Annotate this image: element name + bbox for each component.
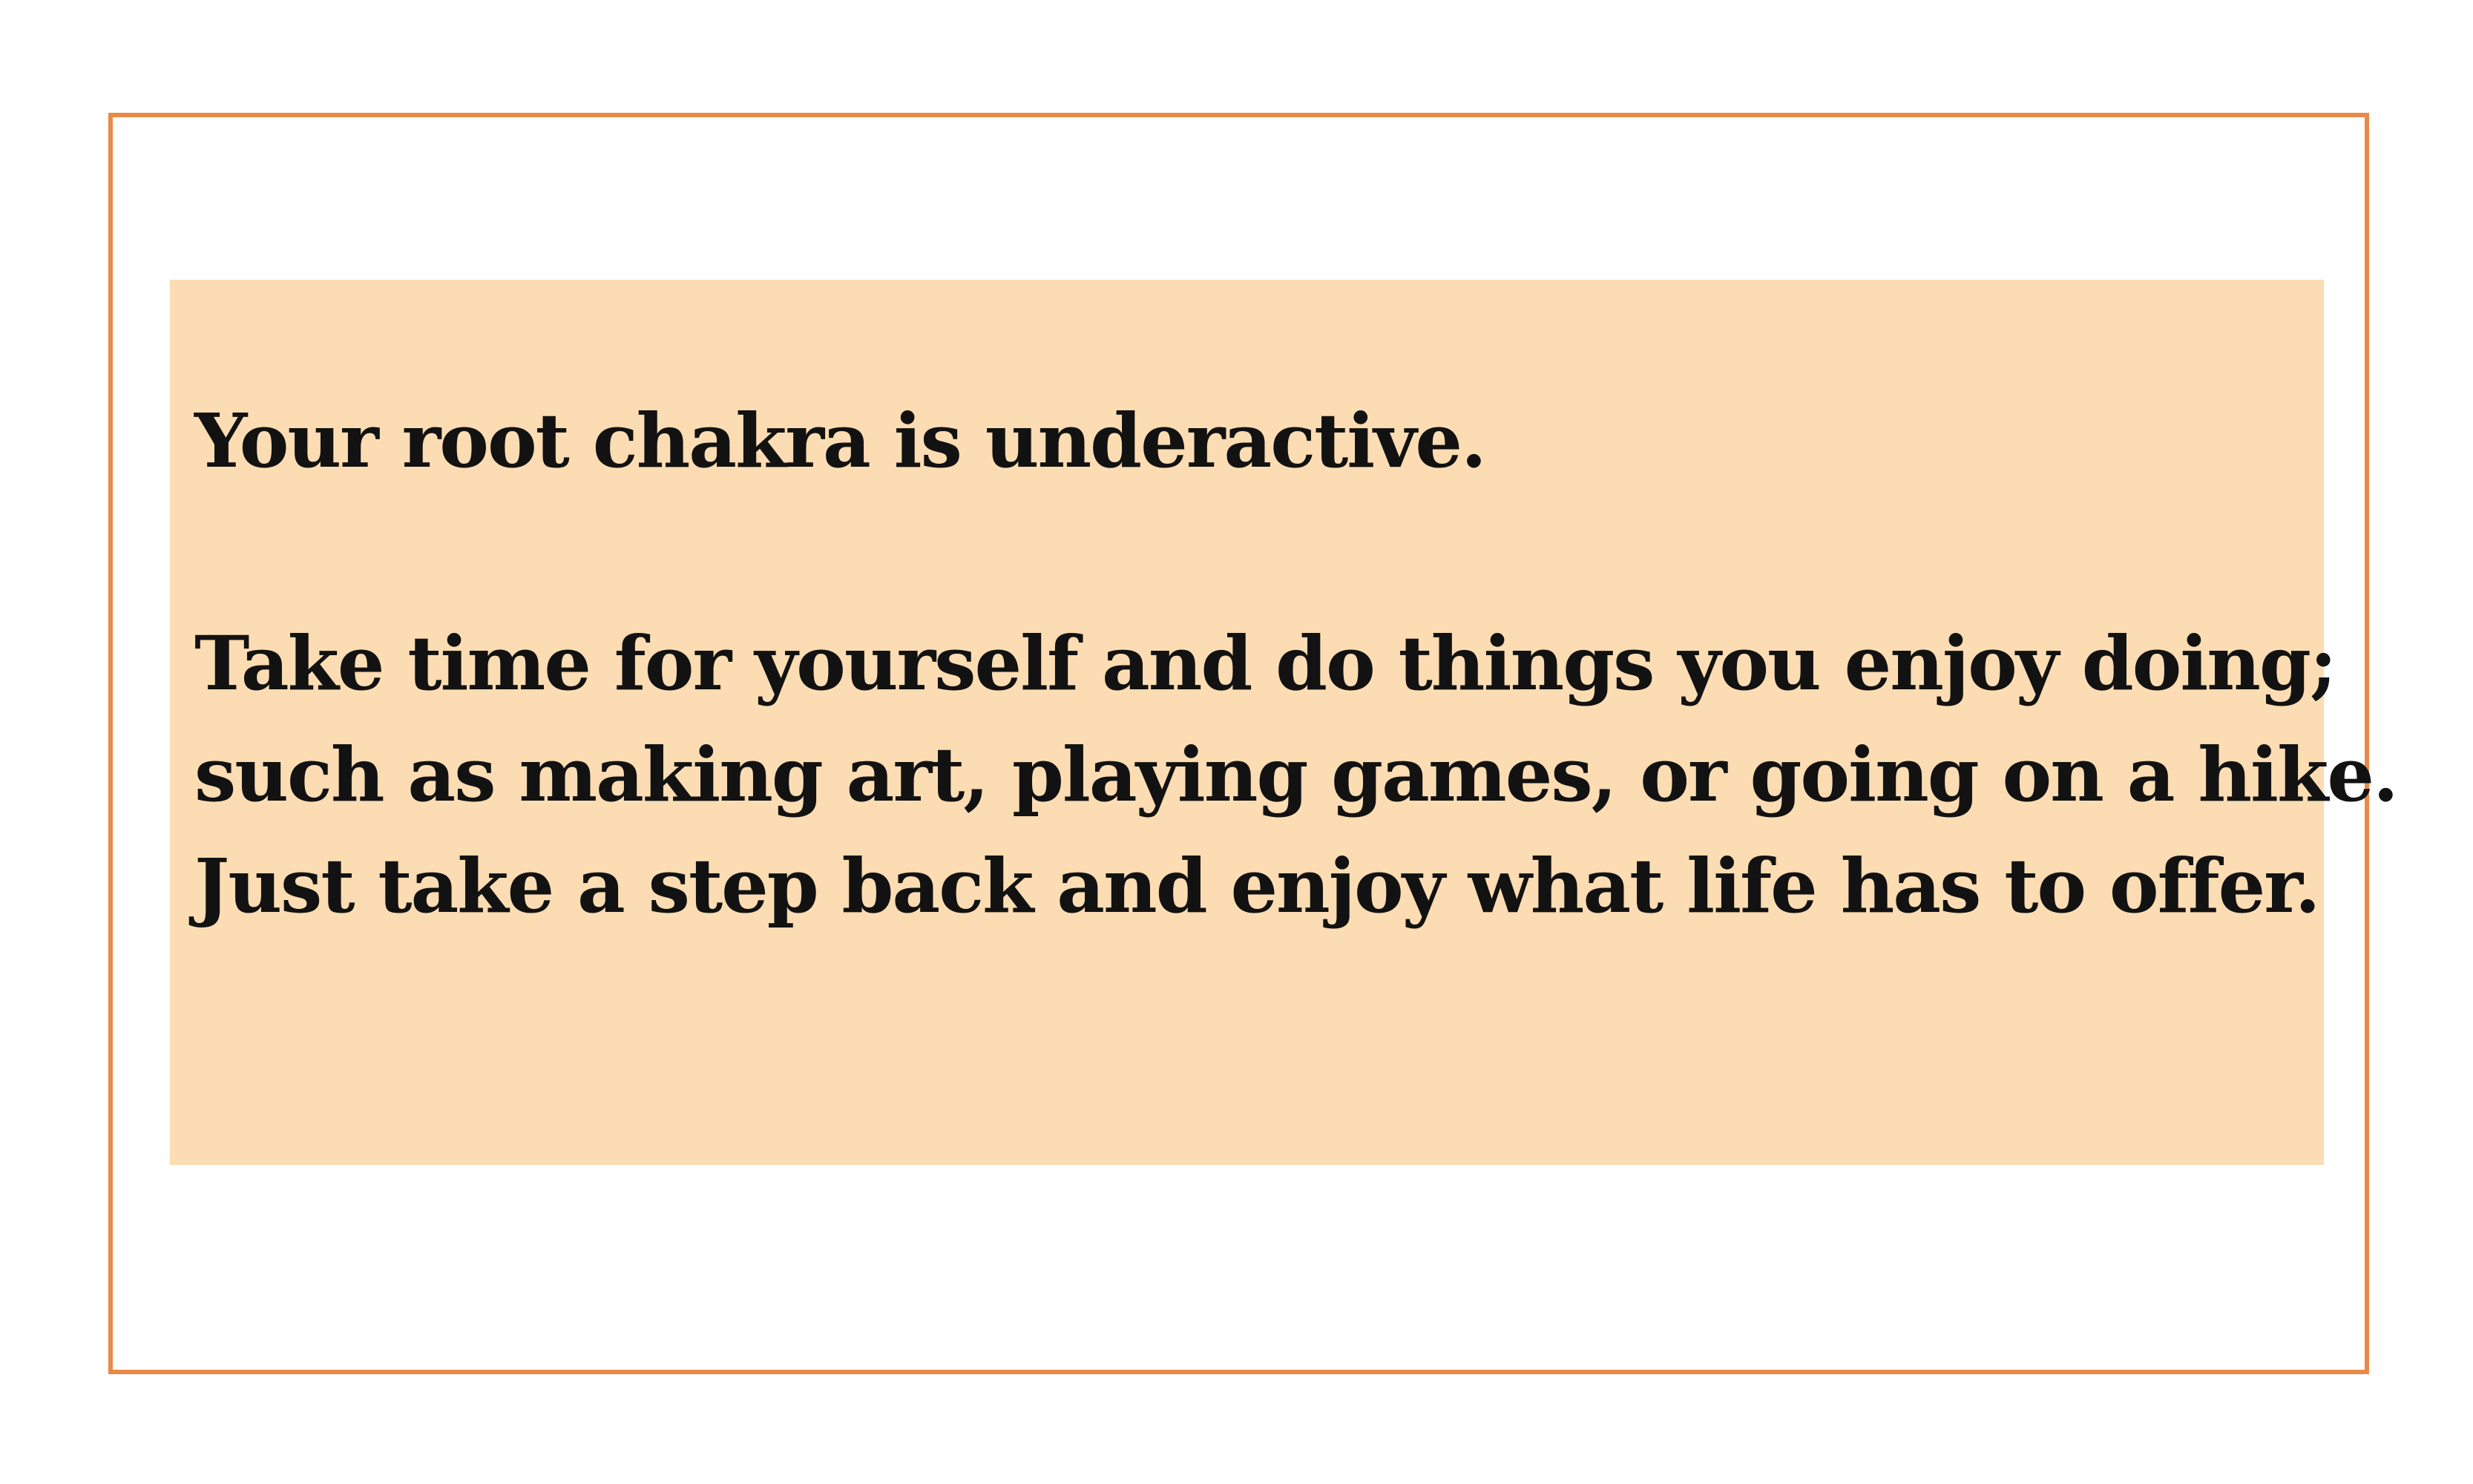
message-heading: Your root chakra is underactive.	[194, 397, 1487, 485]
message-body-line-2: such as making art, playing games, or go…	[194, 731, 2399, 818]
message-text: Your root chakra is underactive. Take ti…	[194, 385, 2399, 942]
message-body-line-3: Just take a step back and enjoy what lif…	[194, 842, 2321, 930]
message-body-line-1: Take time for yourself and do things you…	[194, 620, 2337, 707]
